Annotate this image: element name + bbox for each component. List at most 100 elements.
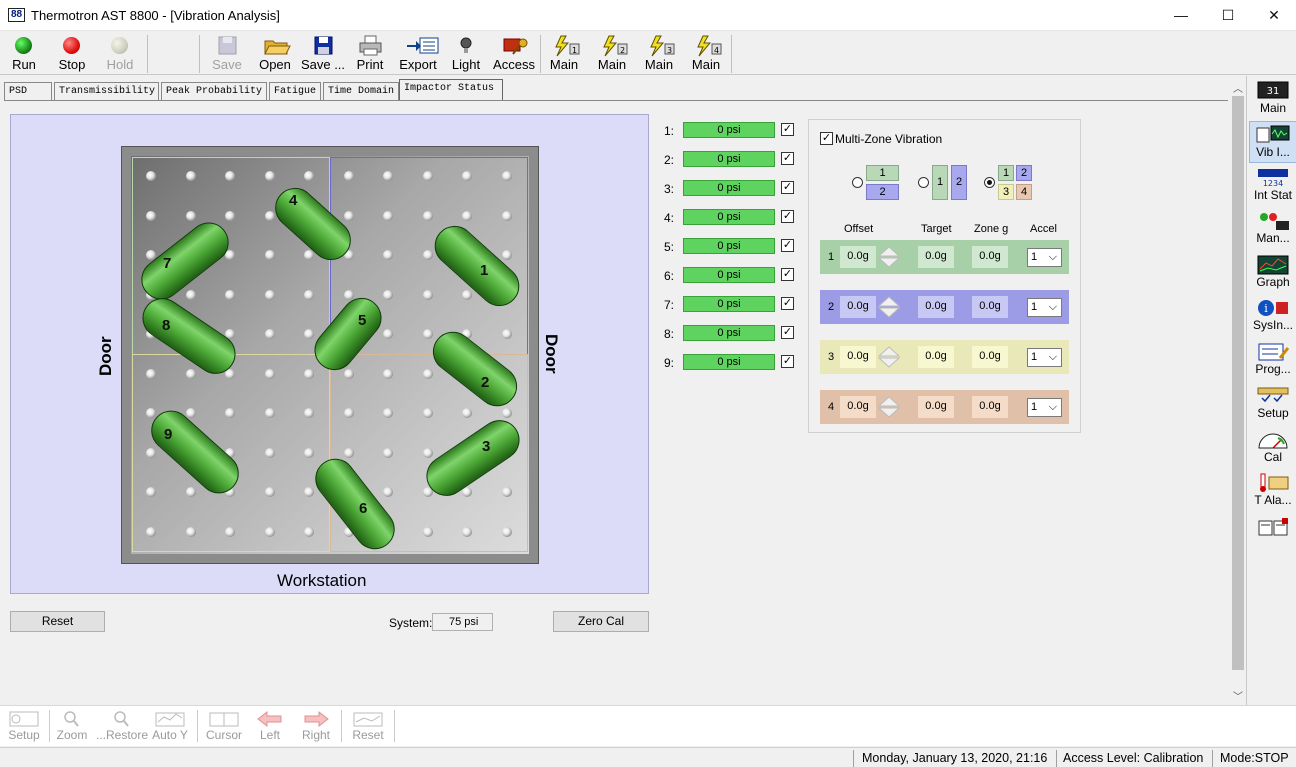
accel-select[interactable]: 1 ⌵ [1027, 248, 1062, 267]
layout-option-1-radio[interactable] [852, 177, 863, 188]
sidebar-item-vib[interactable]: Vib I... [1249, 121, 1296, 163]
impactor-checkbox[interactable]: ✓ [781, 181, 794, 194]
main-1-button[interactable]: 1 Main [544, 33, 584, 74]
light-button[interactable]: Light [447, 33, 485, 74]
calendar-monitor-icon: 31 [1256, 81, 1290, 101]
cursor-button[interactable]: Cursor [202, 708, 246, 746]
manual-control-icon [1256, 211, 1290, 231]
save-as-button[interactable]: Save ... [300, 33, 346, 74]
tab-psd[interactable]: PSD [4, 82, 52, 100]
print-button[interactable]: Print [351, 33, 389, 74]
impactor-checkbox[interactable]: ✓ [781, 326, 794, 339]
graph-reset-button[interactable]: Reset [346, 708, 390, 746]
main-icon-text: 31 [1267, 86, 1280, 97]
impactor-checkbox[interactable]: ✓ [781, 268, 794, 281]
bolt-icon [422, 526, 433, 537]
bolt-icon [501, 329, 512, 339]
save-button[interactable]: Save [207, 33, 247, 74]
reset-button[interactable]: Reset [10, 611, 105, 632]
main-2-button[interactable]: 2 Main [592, 33, 632, 74]
scroll-down-icon[interactable]: ﹀ [1233, 688, 1243, 703]
tab-impactor-status[interactable]: Impactor Status [399, 79, 503, 100]
multizone-checkbox[interactable]: ✓ [820, 132, 833, 145]
sidebar-item-program[interactable]: Prog... [1249, 339, 1296, 381]
offset-spinner-icon[interactable] [877, 396, 901, 418]
main-3-button[interactable]: 3 Main [639, 33, 679, 74]
sidebar-item-int-stat[interactable]: 1234 Int Stat [1249, 165, 1296, 207]
left-button[interactable]: Left [250, 708, 290, 746]
close-button[interactable]: ✕ [1251, 0, 1296, 31]
sidebar-item-temp-alarm[interactable]: T Ala... [1249, 470, 1296, 512]
impactor-checkbox[interactable]: ✓ [781, 152, 794, 165]
minimize-button[interactable]: — [1158, 0, 1204, 31]
accel-value: 1 [1031, 351, 1038, 363]
run-button[interactable]: Run [6, 33, 42, 74]
accel-select[interactable]: 1 ⌵ [1027, 398, 1062, 417]
impactor-checkbox[interactable]: ✓ [781, 239, 794, 252]
impactor-pressure: 0 psi [683, 209, 775, 225]
offset-spinner-icon[interactable] [877, 246, 901, 268]
svg-text:4: 4 [714, 46, 719, 55]
bolt-icon [383, 487, 393, 497]
offset-spinner-icon[interactable] [877, 346, 901, 368]
layout-2-zone: 1 [932, 165, 948, 200]
target-header: Target [921, 223, 952, 235]
main-4-label: Main [691, 57, 721, 72]
graph-setup-button[interactable]: Setup [4, 708, 44, 746]
hold-button[interactable]: Hold [100, 33, 140, 74]
impactor-number: 8 [162, 317, 171, 334]
bolt-icon [225, 289, 235, 300]
scroll-up-icon[interactable]: ︿ [1233, 80, 1243, 95]
offset-header: Offset [844, 223, 874, 235]
zone-3-row: 3 0.0g 0.0g 0.0g 1 ⌵ [820, 340, 1069, 374]
layout-option-3-radio[interactable] [984, 177, 995, 188]
sidebar-item-manual[interactable]: Man... [1249, 208, 1296, 250]
zoom-button[interactable]: Zoom [52, 708, 92, 746]
sidebar-item-sysinfo[interactable]: i SysIn... [1249, 295, 1296, 337]
access-button[interactable]: Access [490, 33, 538, 74]
tab-time-domain[interactable]: Time Domain [323, 82, 399, 100]
logbook-icon [1256, 517, 1290, 537]
tab-fatigue[interactable]: Fatigue [269, 82, 321, 100]
impactor-checkbox[interactable]: ✓ [781, 297, 794, 310]
impactor-pressure: 0 psi [683, 354, 775, 370]
sidebar-item-setup[interactable]: Setup [1249, 383, 1296, 425]
impactor-label: 4: [664, 211, 675, 225]
stop-button[interactable]: Stop [54, 33, 90, 74]
chevron-down-icon: ⌵ [1048, 251, 1057, 263]
main-4-button[interactable]: 4 Main [686, 33, 726, 74]
arrow-left-icon [254, 710, 286, 728]
tab-peak-probability[interactable]: Peak Probability [161, 82, 267, 100]
layout-option-2-radio[interactable] [918, 177, 929, 188]
impactor-checkbox[interactable]: ✓ [781, 123, 794, 136]
impactor-checkbox[interactable]: ✓ [781, 355, 794, 368]
accel-value: 1 [1031, 301, 1038, 313]
toolbar-separator [199, 35, 200, 73]
tab-transmissibility[interactable]: Transmissibility [54, 82, 159, 100]
impactor-label: 1: [664, 124, 675, 138]
bolt-icon [146, 368, 156, 379]
sidebar-item-graph[interactable]: Graph [1249, 252, 1296, 294]
export-button[interactable]: Export [396, 33, 440, 74]
stop-label: Stop [58, 57, 86, 72]
bolt-icon [304, 447, 314, 458]
impactor-checkbox[interactable]: ✓ [781, 210, 794, 223]
offset-spinner-icon[interactable] [877, 296, 901, 318]
scrollbar-thumb[interactable] [1232, 96, 1244, 670]
layout-2-zone: 2 [951, 165, 967, 200]
zero-cal-button[interactable]: Zero Cal [553, 611, 649, 632]
bolt-icon [264, 408, 275, 418]
accel-select[interactable]: 1 ⌵ [1027, 348, 1062, 367]
bolt-icon [383, 329, 393, 339]
sidebar-label: SysIn... [1252, 318, 1293, 332]
restore-button[interactable]: ...Restore [94, 708, 150, 746]
auto-y-button[interactable]: Auto Y [148, 708, 192, 746]
right-button[interactable]: Right [296, 708, 336, 746]
sidebar-item-cal[interactable]: Cal [1249, 427, 1296, 469]
open-button[interactable]: Open [254, 33, 296, 74]
bolt-icon [264, 329, 275, 339]
sidebar-item-logbook[interactable] [1249, 514, 1296, 540]
accel-select[interactable]: 1 ⌵ [1027, 298, 1062, 317]
maximize-button[interactable]: ☐ [1205, 0, 1251, 31]
sidebar-item-main[interactable]: 31 Main [1249, 78, 1296, 120]
